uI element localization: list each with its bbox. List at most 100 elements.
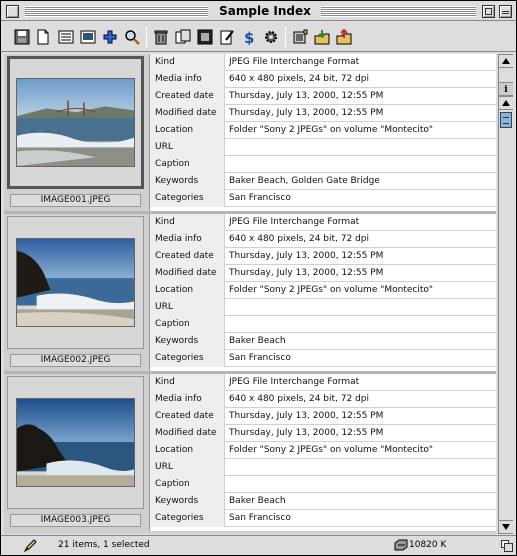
field-label: Keywords — [150, 173, 225, 190]
collapse-box[interactable] — [499, 5, 512, 18]
catalog-icon[interactable] — [291, 28, 309, 46]
thumbnail-frame[interactable] — [7, 216, 144, 349]
metadata-row[interactable]: Caption — [150, 316, 496, 333]
record-item[interactable]: IMAGE002.JPEG Kind JPEG File Interchange … — [4, 214, 496, 374]
new-document-icon[interactable] — [34, 28, 52, 46]
thumbnail-cell[interactable]: IMAGE002.JPEG — [4, 214, 147, 374]
metadata-row[interactable]: Categories San Francisco — [150, 350, 496, 367]
zoom-box[interactable] — [482, 5, 495, 18]
field-label: Categories — [150, 350, 225, 367]
field-value[interactable]: JPEG File Interchange Format — [229, 374, 494, 391]
record-item[interactable]: IMAGE003.JPEG Kind JPEG File Interchange … — [4, 374, 496, 534]
metadata-row[interactable]: Media info 640 x 480 pixels, 24 bit, 72 d… — [150, 391, 496, 408]
metadata-row[interactable]: Kind JPEG File Interchange Format — [150, 374, 496, 391]
field-value[interactable]: Thursday, July 13, 2000, 12:55 PM — [229, 265, 494, 282]
field-value[interactable] — [229, 316, 494, 333]
field-value[interactable]: Thursday, July 13, 2000, 12:55 PM — [229, 425, 494, 442]
metadata-row[interactable]: Modified date Thursday, July 13, 2000, 12… — [150, 425, 496, 442]
field-value[interactable]: Thursday, July 13, 2000, 12:55 PM — [229, 248, 494, 265]
slideshow-icon[interactable] — [196, 28, 214, 46]
field-value[interactable]: San Francisco — [229, 350, 494, 367]
copy-icon[interactable] — [174, 28, 192, 46]
metadata-row[interactable]: URL — [150, 139, 496, 156]
metadata-row[interactable]: Location Folder "Sony 2 JPEGs" on volume … — [150, 282, 496, 299]
metadata-row[interactable]: Created date Thursday, July 13, 2000, 12:… — [150, 88, 496, 105]
thumbnail-cell[interactable]: IMAGE001.JPEG — [4, 54, 147, 214]
resize-grip-icon[interactable] — [501, 540, 513, 552]
field-value[interactable]: Baker Beach — [229, 333, 494, 350]
field-value[interactable]: San Francisco — [229, 510, 494, 527]
metadata-row[interactable]: URL — [150, 299, 496, 316]
metadata-row[interactable]: Caption — [150, 156, 496, 173]
field-label: Kind — [150, 54, 225, 71]
field-value[interactable]: Folder "Sony 2 JPEGs" on volume "Monteci… — [229, 442, 494, 459]
scroll-up-arrow-icon[interactable] — [499, 96, 513, 110]
export-icon[interactable] — [335, 28, 353, 46]
thumbnail-view-icon[interactable] — [79, 28, 97, 46]
metadata-row[interactable]: Created date Thursday, July 13, 2000, 12:… — [150, 408, 496, 425]
metadata-row[interactable]: Categories San Francisco — [150, 510, 496, 527]
title-bar[interactable]: Sample Index — [1, 1, 516, 21]
metadata-row[interactable]: Keywords Baker Beach, Golden Gate Bridge — [150, 173, 496, 190]
field-value[interactable]: Thursday, July 13, 2000, 12:55 PM — [229, 105, 494, 122]
edit-icon[interactable] — [218, 28, 236, 46]
status-bar: 21 items, 1 selected 10820 K — [1, 535, 516, 555]
metadata-row[interactable]: Modified date Thursday, July 13, 2000, 12… — [150, 105, 496, 122]
field-value[interactable]: JPEG File Interchange Format — [229, 54, 494, 71]
metadata-row[interactable]: Location Folder "Sony 2 JPEGs" on volume … — [150, 122, 496, 139]
close-box[interactable] — [6, 5, 19, 18]
metadata-row[interactable]: Media info 640 x 480 pixels, 24 bit, 72 d… — [150, 231, 496, 248]
vertical-scrollbar[interactable]: i — [498, 54, 513, 534]
thumbnail-cell[interactable]: IMAGE003.JPEG — [4, 374, 147, 534]
save-icon[interactable] — [13, 28, 31, 46]
trash-icon[interactable] — [152, 28, 170, 46]
info-button[interactable]: i — [499, 82, 513, 96]
field-value[interactable]: Folder "Sony 2 JPEGs" on volume "Monteci… — [229, 122, 494, 139]
metadata-row[interactable]: Media info 640 x 480 pixels, 24 bit, 72 d… — [150, 71, 496, 88]
metadata-row[interactable]: Location Folder "Sony 2 JPEGs" on volume … — [150, 442, 496, 459]
metadata-row[interactable]: Keywords Baker Beach — [150, 333, 496, 350]
field-value[interactable]: Thursday, July 13, 2000, 12:55 PM — [229, 88, 494, 105]
field-value[interactable] — [229, 299, 494, 316]
field-value[interactable]: 640 x 480 pixels, 24 bit, 72 dpi — [229, 71, 494, 88]
dollar-icon[interactable]: $ — [240, 28, 258, 46]
metadata-row[interactable]: Created date Thursday, July 13, 2000, 12:… — [150, 248, 496, 265]
thumbnail-frame[interactable] — [7, 376, 144, 509]
thumbnail-frame-selected[interactable] — [7, 56, 144, 189]
field-value[interactable]: San Francisco — [229, 190, 494, 207]
filename-label[interactable]: IMAGE003.JPEG — [10, 514, 141, 527]
gear-icon[interactable] — [262, 28, 280, 46]
pencil-icon[interactable] — [23, 538, 37, 553]
filename-label[interactable]: IMAGE001.JPEG — [10, 194, 141, 207]
field-value[interactable]: Thursday, July 13, 2000, 12:55 PM — [229, 408, 494, 425]
metadata-row[interactable]: Categories San Francisco — [150, 190, 496, 207]
field-value[interactable] — [229, 156, 494, 173]
scroll-thumb[interactable] — [500, 112, 512, 128]
field-value[interactable] — [229, 476, 494, 493]
list-view-icon[interactable] — [57, 28, 75, 46]
metadata-row[interactable]: Kind JPEG File Interchange Format — [150, 214, 496, 231]
add-icon[interactable] — [101, 28, 119, 46]
scroll-up-arrow-icon[interactable] — [499, 54, 513, 68]
find-icon[interactable] — [123, 28, 141, 46]
field-value[interactable]: Baker Beach, Golden Gate Bridge — [229, 173, 494, 190]
field-label: Created date — [150, 248, 225, 265]
metadata-row[interactable]: Kind JPEG File Interchange Format — [150, 54, 496, 71]
record-item[interactable]: IMAGE001.JPEG Kind JPEG File Interchange … — [4, 54, 496, 214]
import-icon[interactable] — [313, 28, 331, 46]
filename-label[interactable]: IMAGE002.JPEG — [10, 354, 141, 367]
scroll-down-arrow-icon[interactable] — [499, 520, 513, 534]
field-value[interactable] — [229, 139, 494, 156]
field-value[interactable]: Folder "Sony 2 JPEGs" on volume "Monteci… — [229, 282, 494, 299]
field-value[interactable] — [229, 459, 494, 476]
field-value[interactable]: JPEG File Interchange Format — [229, 214, 494, 231]
metadata-row[interactable]: Keywords Baker Beach — [150, 493, 496, 510]
record-list[interactable]: IMAGE001.JPEG Kind JPEG File Interchange … — [4, 54, 496, 534]
metadata-row[interactable]: URL — [150, 459, 496, 476]
metadata-row[interactable]: Modified date Thursday, July 13, 2000, 12… — [150, 265, 496, 282]
photo-thumbnail — [16, 78, 135, 167]
metadata-row[interactable]: Caption — [150, 476, 496, 493]
field-value[interactable]: 640 x 480 pixels, 24 bit, 72 dpi — [229, 231, 494, 248]
field-value[interactable]: 640 x 480 pixels, 24 bit, 72 dpi — [229, 391, 494, 408]
field-value[interactable]: Baker Beach — [229, 493, 494, 510]
